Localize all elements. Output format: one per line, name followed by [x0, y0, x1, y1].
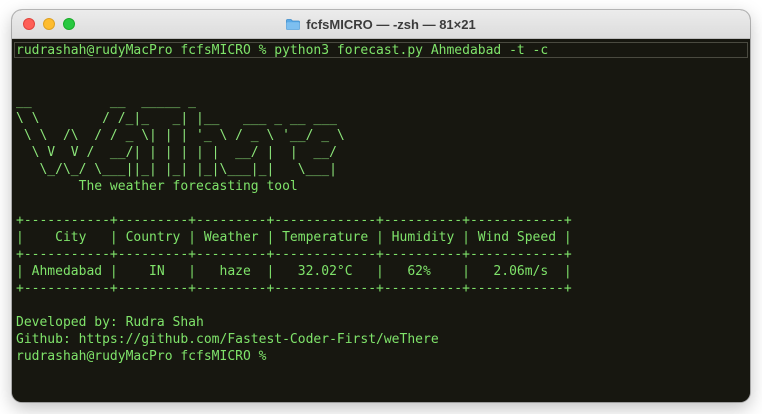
- table-border-mid: +-----------+---------+---------+-------…: [16, 247, 572, 262]
- title-group: fcfsMICRO — -zsh — 81×21: [12, 10, 750, 38]
- github-line: Github: https://github.com/Fastest-Coder…: [16, 332, 439, 347]
- terminal-window: fcfsMICRO — -zsh — 81×21 rudrashah@rudyM…: [12, 10, 750, 402]
- title-bar[interactable]: fcfsMICRO — -zsh — 81×21: [12, 10, 750, 39]
- folder-icon: [286, 18, 301, 30]
- window-title: fcfsMICRO — -zsh — 81×21: [306, 16, 476, 32]
- ascii-art-line-5: \_/\_/ \___||_| |_| |_|\___|_| \___|: [16, 162, 337, 177]
- table-data-row: | Ahmedabad | IN | haze | 32.02°C | 62% …: [16, 264, 572, 279]
- table-header-row: | City | Country | Weather | Temperature…: [16, 230, 572, 245]
- ascii-art-line-1: __ __ _____ _: [16, 94, 197, 109]
- ascii-art-line-2: \ \ / /_|_ _| |__ ___ _ __ ___: [16, 111, 337, 126]
- developed-by-line: Developed by: Rudra Shah: [16, 315, 204, 330]
- shell-prompt[interactable]: rudrashah@rudyMacPro fcfsMICRO %: [16, 349, 266, 364]
- ascii-art-line-4: \ V V / __/| | | | | | __/ | | __/: [16, 145, 337, 160]
- ascii-art-line-3: \ \ /\ / / _ \| | | '_ \ / _ \ '__/ _ \: [16, 128, 345, 143]
- command-line-row: rudrashah@rudyMacPro fcfsMICRO % python3…: [14, 42, 750, 59]
- terminal-content[interactable]: rudrashah@rudyMacPro fcfsMICRO % python3…: [12, 39, 750, 402]
- tagline: The weather forecasting tool: [16, 179, 298, 194]
- table-border-bottom: +-----------+---------+---------+-------…: [16, 281, 572, 296]
- table-border-top: +-----------+---------+---------+-------…: [16, 213, 572, 228]
- command-line: rudrashah@rudyMacPro fcfsMICRO % python3…: [16, 43, 549, 58]
